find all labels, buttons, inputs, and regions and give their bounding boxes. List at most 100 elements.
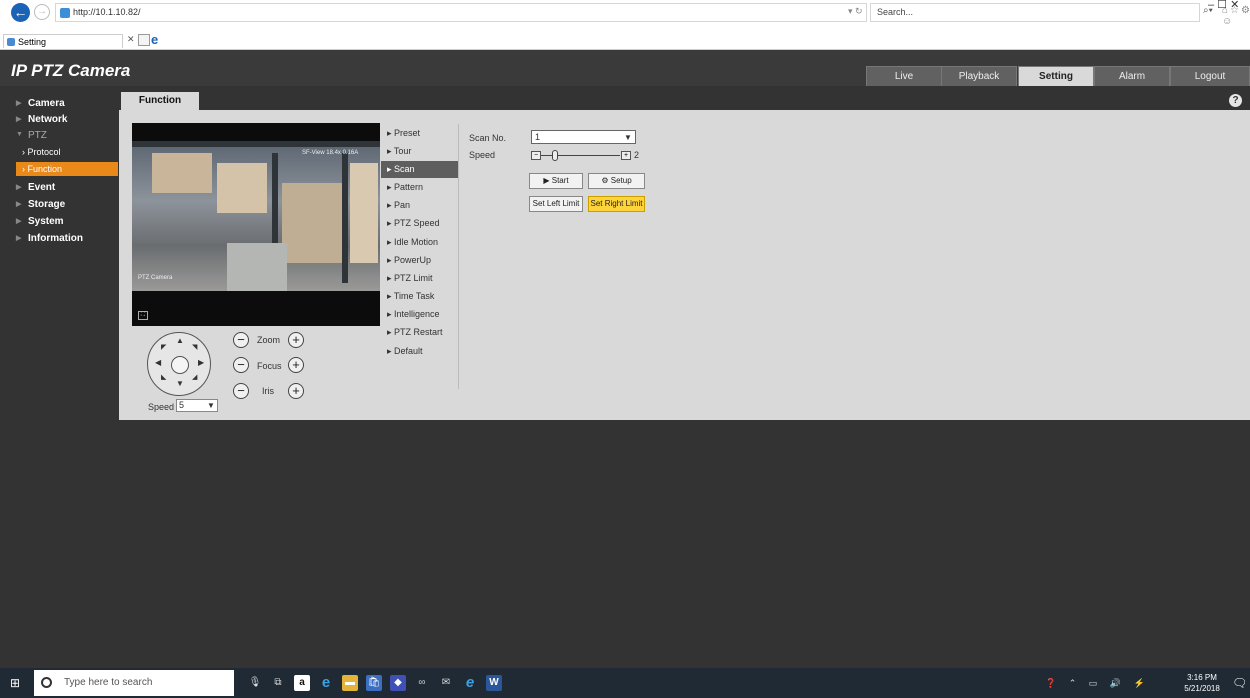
store-icon[interactable]: 🛍: [366, 675, 382, 691]
help-icon[interactable]: ?: [1229, 94, 1242, 107]
window-controls[interactable]: – ☐ ✕: [1208, 0, 1250, 11]
zoom-in-button[interactable]: +: [288, 332, 304, 348]
function-item-pattern[interactable]: ▸ Pattern: [381, 179, 459, 196]
sidebar-item-ptz[interactable]: ▼ PTZ: [16, 130, 47, 141]
shelf-post: [342, 153, 348, 283]
taskbar-clock-time[interactable]: 3:16 PM: [1180, 673, 1224, 682]
iris-open-button[interactable]: +: [288, 383, 304, 399]
sidebar-item-camera[interactable]: ▶ Camera: [16, 98, 65, 109]
dropbox-icon[interactable]: ◆: [390, 675, 406, 691]
set-right-limit-button[interactable]: Set Right Limit: [588, 196, 645, 212]
iris-close-button[interactable]: −: [233, 383, 249, 399]
function-item-ptz-restart[interactable]: ▸ PTZ Restart: [381, 324, 459, 341]
function-item-scan[interactable]: ▸ Scan: [381, 161, 459, 178]
function-item-time-task[interactable]: ▸ Time Task: [381, 288, 459, 305]
sidebar-item-storage[interactable]: ▶ Storage: [16, 199, 65, 210]
function-item-label: PTZ Limit: [394, 273, 433, 283]
system-tray-icons[interactable]: ❓ ⌃ ▭ 🔊 ⚡: [1045, 678, 1150, 689]
tab-logout[interactable]: Logout: [1170, 66, 1250, 86]
start-scan-button[interactable]: ▶ Start: [529, 173, 583, 189]
function-item-label: Time Task: [393, 291, 435, 301]
internet-explorer-icon[interactable]: e: [462, 675, 478, 691]
arrow-down-right-icon[interactable]: ◢: [192, 373, 197, 381]
function-item-pan[interactable]: ▸ Pan: [381, 197, 459, 214]
warehouse-boxes: [152, 153, 212, 193]
speed-increase-button[interactable]: +: [621, 151, 631, 160]
arrow-down-left-icon[interactable]: ◣: [161, 373, 166, 381]
new-tab-button[interactable]: [138, 34, 150, 46]
sidebar-subitem-protocol[interactable]: › Protocol: [16, 145, 118, 159]
set-left-limit-button[interactable]: Set Left Limit: [529, 196, 583, 212]
notification-center-icon[interactable]: 🗨: [1232, 676, 1247, 690]
sidebar-item-label: Event: [28, 182, 56, 193]
function-item-powerup[interactable]: ▸ PowerUp: [381, 252, 459, 269]
video-overlay-camera-name: PTZ Camera: [138, 275, 173, 281]
zoom-out-button[interactable]: −: [233, 332, 249, 348]
close-tab-icon[interactable]: ✕: [127, 34, 135, 45]
scan-no-select[interactable]: 1: [531, 130, 636, 144]
function-item-tour[interactable]: ▸ Tour: [381, 143, 459, 160]
function-item-default[interactable]: ▸ Default: [381, 343, 459, 360]
live-video-view[interactable]: SF-View 18.4x 0.16A PTZ Camera ⛶: [132, 123, 380, 326]
function-item-label: Preset: [394, 128, 421, 138]
edge-icon[interactable]: e: [318, 675, 334, 691]
refresh-icon[interactable]: ▾ ↻: [848, 6, 863, 17]
setup-scan-button[interactable]: ⚙ Setup: [588, 173, 645, 189]
windows-start-icon[interactable]: ⊞: [10, 677, 22, 689]
taskbar-search-input[interactable]: Type here to search: [34, 670, 234, 696]
focus-far-button[interactable]: +: [288, 357, 304, 373]
sidebar-item-network[interactable]: ▶ Network: [16, 114, 67, 125]
infinity-app-icon[interactable]: ∞: [414, 675, 430, 691]
address-bar[interactable]: http://10.1.10.82/: [55, 3, 867, 22]
browser-search-input[interactable]: Search...: [870, 3, 1200, 22]
ptz-center-button[interactable]: [171, 356, 189, 374]
arrow-up-right-icon[interactable]: ◥: [192, 343, 197, 351]
sidebar-item-information[interactable]: ▶ Information: [16, 233, 83, 244]
arrow-down-icon[interactable]: ▼: [176, 379, 184, 388]
tab-playback[interactable]: Playback: [941, 66, 1017, 86]
function-item-intelligence[interactable]: ▸ Intelligence: [381, 306, 459, 323]
arrow-up-icon[interactable]: ▲: [176, 336, 184, 345]
panel-tab-function[interactable]: Function: [121, 92, 199, 110]
microphone-icon[interactable]: 🎙: [247, 675, 263, 691]
tab-live[interactable]: Live: [866, 66, 942, 86]
warehouse-boxes: [350, 163, 378, 263]
file-explorer-icon[interactable]: ▬: [342, 675, 358, 691]
function-item-label: Scan: [394, 164, 415, 174]
sidebar-item-label: System: [28, 216, 64, 227]
cortana-search-icon: [41, 677, 52, 688]
chevron-down-icon: ▼: [207, 401, 215, 410]
sidebar-item-event[interactable]: ▶ Event: [16, 182, 56, 193]
arrow-left-icon[interactable]: ◀: [155, 358, 161, 367]
arrow-right-icon[interactable]: ▶: [198, 358, 204, 367]
function-item-label: Default: [394, 346, 423, 356]
back-arrow-icon[interactable]: ←: [11, 3, 30, 22]
mail-icon[interactable]: ✉: [438, 675, 454, 691]
focus-near-button[interactable]: −: [233, 357, 249, 373]
function-item-ptz-limit[interactable]: ▸ PTZ Limit: [381, 270, 459, 287]
sidebar-item-label: Information: [28, 233, 83, 244]
function-item-preset[interactable]: ▸ Preset: [381, 125, 459, 142]
function-item-ptz-speed[interactable]: ▸ PTZ Speed: [381, 215, 459, 232]
iris-label: Iris: [262, 386, 274, 396]
taskbar-clock-date[interactable]: 5/21/2018: [1180, 684, 1224, 693]
sidebar-item-system[interactable]: ▶ System: [16, 216, 64, 227]
arrow-up-left-icon[interactable]: ◤: [161, 343, 166, 351]
speed-slider-thumb[interactable]: [552, 150, 558, 161]
amazon-icon[interactable]: a: [294, 675, 310, 691]
tab-alarm[interactable]: Alarm: [1094, 66, 1170, 86]
speed-decrease-button[interactable]: −: [531, 151, 541, 160]
setup-label: Setup: [610, 176, 632, 185]
fullscreen-icon[interactable]: ⛶: [138, 311, 148, 320]
word-icon[interactable]: W: [486, 675, 502, 691]
tab-setting[interactable]: Setting: [1018, 66, 1094, 86]
sidebar-subitem-label: Protocol: [27, 147, 61, 157]
function-item-idle-motion[interactable]: ▸ Idle Motion: [381, 234, 459, 251]
browser-tab[interactable]: Setting: [3, 34, 123, 48]
sidebar-subitem-function[interactable]: › Function: [16, 162, 118, 176]
forward-arrow-icon[interactable]: →: [34, 4, 50, 20]
function-item-label: Pan: [394, 200, 411, 210]
scan-no-value: 1: [535, 132, 541, 142]
task-view-icon[interactable]: ⧉: [270, 675, 286, 691]
chevron-right-icon: ▶: [16, 100, 22, 107]
